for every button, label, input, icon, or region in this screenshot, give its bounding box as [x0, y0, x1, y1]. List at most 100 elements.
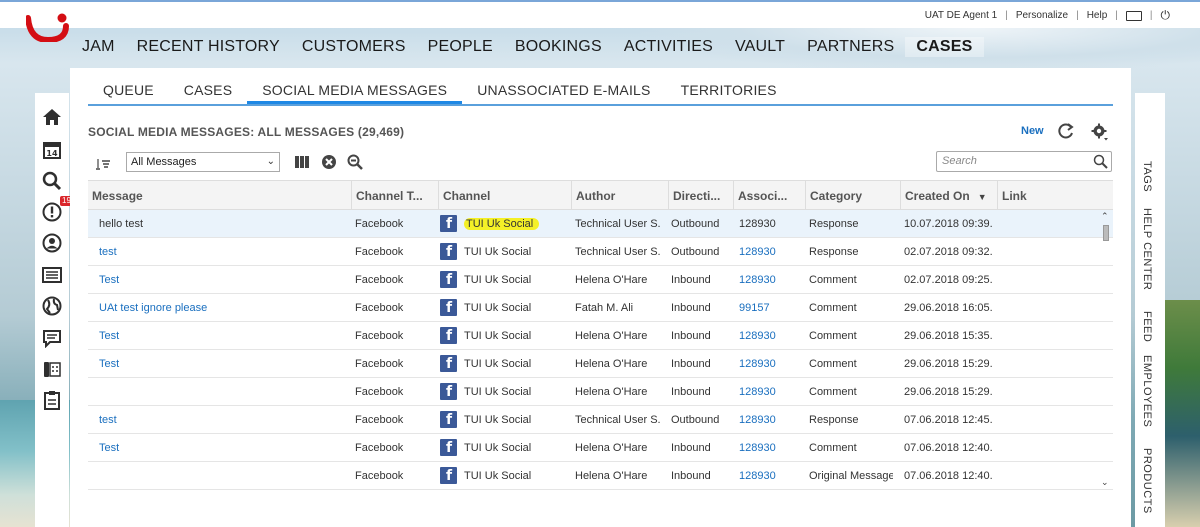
cell-message[interactable]: test — [88, 406, 344, 434]
zoom-out-icon[interactable] — [347, 154, 363, 170]
nav-item-bookings[interactable]: BOOKINGS — [504, 37, 613, 57]
table-row[interactable]: Facebook TUI Uk Social Helena O'Hare Inboun… — [88, 378, 1113, 406]
cell-message[interactable]: test — [88, 238, 344, 266]
cell-message[interactable]: UAt test ignore please — [88, 294, 344, 322]
new-button[interactable]: New — [1021, 125, 1044, 137]
table-row[interactable]: Facebook TUI Uk Social Helena O'Hare Inboun… — [88, 462, 1113, 490]
right-tab-feed[interactable]: FEED — [1141, 311, 1153, 342]
tab-territories[interactable]: TERRITORIES — [666, 82, 792, 104]
cell-created: 29.06.2018 15:29... — [893, 378, 993, 406]
table-row[interactable]: hello test Facebook TUI Uk Social Technical… — [88, 210, 1113, 238]
column-header[interactable]: Link — [997, 181, 1097, 211]
right-tab-help-center[interactable]: HELP CENTER — [1141, 208, 1153, 290]
cell-author: Technical User S... — [564, 210, 660, 238]
cell-author: Helena O'Hare — [564, 434, 660, 462]
table-row[interactable]: UAt test ignore please Facebook TUI Uk Soc… — [88, 294, 1113, 322]
column-header[interactable]: Category — [805, 181, 900, 211]
nav-item-recent-history[interactable]: RECENT HISTORY — [126, 37, 291, 57]
column-header-label: Author — [576, 189, 616, 203]
cell-associated[interactable]: 128930 — [728, 350, 798, 378]
column-header[interactable]: Associ... — [733, 181, 805, 211]
table-row[interactable]: test Facebook TUI Uk Social Technical User … — [88, 238, 1113, 266]
cell-associated[interactable]: 99157 — [728, 294, 798, 322]
cell-associated[interactable]: 128930 — [728, 322, 798, 350]
nav-item-people[interactable]: PEOPLE — [417, 37, 504, 57]
cell-message[interactable]: Test — [88, 322, 344, 350]
nav-item-vault[interactable]: VAULT — [724, 37, 796, 57]
tui-logo — [26, 13, 69, 42]
nav-item-partners[interactable]: PARTNERS — [796, 37, 905, 57]
current-user: UAT DE Agent 1 — [924, 10, 998, 21]
cell-text: Comment — [809, 442, 857, 454]
home-icon[interactable] — [42, 107, 62, 127]
cell-channel-type: Facebook — [344, 266, 452, 294]
scroll-up-icon[interactable]: ⌃ — [1101, 211, 1109, 222]
nav-item-customers[interactable]: CUSTOMERS — [291, 37, 417, 57]
cell-associated[interactable]: 128930 — [728, 434, 798, 462]
help-link[interactable]: Help — [1087, 10, 1108, 21]
cell-associated[interactable]: 128930 — [728, 406, 798, 434]
cell-message[interactable]: Test — [88, 266, 344, 294]
power-icon[interactable]: ⏻ — [1161, 8, 1171, 23]
personalize-link[interactable]: Personalize — [1016, 10, 1068, 21]
refresh-icon[interactable] — [1057, 122, 1075, 140]
tab-social-media-messages[interactable]: SOCIAL MEDIA MESSAGES — [247, 82, 463, 104]
calendar-icon[interactable]: 14 — [42, 139, 62, 159]
table-row[interactable]: Test Facebook TUI Uk Social Helena O'Hare In… — [88, 350, 1113, 378]
table-row[interactable]: test Facebook TUI Uk Social Technical User … — [88, 406, 1113, 434]
nav-item-activities[interactable]: ACTIVITIES — [613, 37, 724, 57]
cell-text: Comment — [809, 358, 857, 370]
right-tab-tags[interactable]: TAGS — [1141, 161, 1153, 192]
search-icon[interactable] — [1093, 154, 1108, 169]
clear-filter-icon[interactable] — [321, 154, 337, 170]
search-input[interactable]: Search — [936, 151, 1112, 172]
cell-text: Helena O'Hare — [575, 386, 648, 398]
cell-text: 02.07.2018 09:32... — [904, 246, 993, 258]
column-header[interactable]: Channel T... — [351, 181, 438, 211]
sort-descending-icon[interactable]: ▼ — [978, 192, 987, 202]
cell-message[interactable]: Test — [88, 434, 344, 462]
table-row[interactable]: Test Facebook TUI Uk Social Helena O'Hare In… — [88, 322, 1113, 350]
cell-text: Helena O'Hare — [575, 358, 648, 370]
sort-icon[interactable] — [94, 155, 112, 171]
alert-icon[interactable]: 19 — [42, 196, 73, 222]
search-icon[interactable] — [42, 171, 62, 191]
tab-cases[interactable]: CASES — [169, 82, 247, 104]
cell-channel: TUI Uk Social — [452, 322, 564, 350]
table-row[interactable]: Test Facebook TUI Uk Social Helena O'Hare In… — [88, 434, 1113, 462]
person-icon[interactable] — [42, 233, 62, 253]
phone-icon[interactable] — [42, 359, 62, 379]
clipboard-icon[interactable] — [42, 390, 62, 410]
right-tab-products[interactable]: PRODUCTS — [1141, 448, 1153, 514]
cell-text: Helena O'Hare — [575, 274, 648, 286]
nav-item-jam[interactable]: JAM — [82, 37, 126, 57]
cell-associated[interactable]: 128930 — [728, 238, 798, 266]
scroll-thumb[interactable] — [1103, 225, 1109, 241]
column-header[interactable]: Author — [571, 181, 668, 211]
cell-author: Helena O'Hare — [564, 378, 660, 406]
tab-unassociated-e-mails[interactable]: UNASSOCIATED E-MAILS — [462, 82, 665, 104]
column-header-label: Link — [1002, 189, 1027, 203]
chat-icon[interactable] — [42, 328, 62, 348]
screen-mode-icon[interactable] — [1125, 10, 1142, 21]
facebook-icon — [440, 215, 457, 232]
cell-associated[interactable]: 128930 — [728, 462, 798, 490]
column-header[interactable]: Directi... — [668, 181, 733, 211]
vertical-scrollbar[interactable]: ⌃ ⌄ — [1100, 211, 1112, 491]
column-header[interactable]: Message — [88, 181, 351, 211]
scroll-down-icon[interactable]: ⌄ — [1101, 477, 1109, 488]
message-filter-select[interactable]: All Messages ⌄ — [126, 152, 280, 172]
globe-icon[interactable] — [42, 296, 62, 316]
columns-icon[interactable] — [294, 154, 310, 170]
table-row[interactable]: Test Facebook TUI Uk Social Helena O'Hare In… — [88, 266, 1113, 294]
column-header[interactable]: Created On ▼ — [900, 181, 997, 211]
right-tab-employees[interactable]: EMPLOYEES — [1141, 355, 1153, 427]
settings-gear-icon[interactable] — [1091, 123, 1109, 141]
tab-queue[interactable]: QUEUE — [88, 82, 169, 104]
cell-associated[interactable]: 128930 — [728, 266, 798, 294]
cell-message[interactable]: Test — [88, 350, 344, 378]
nav-item-cases[interactable]: CASES — [905, 37, 984, 57]
column-header[interactable]: Channel — [438, 181, 571, 211]
list-icon[interactable] — [42, 265, 62, 285]
cell-associated[interactable]: 128930 — [728, 378, 798, 406]
